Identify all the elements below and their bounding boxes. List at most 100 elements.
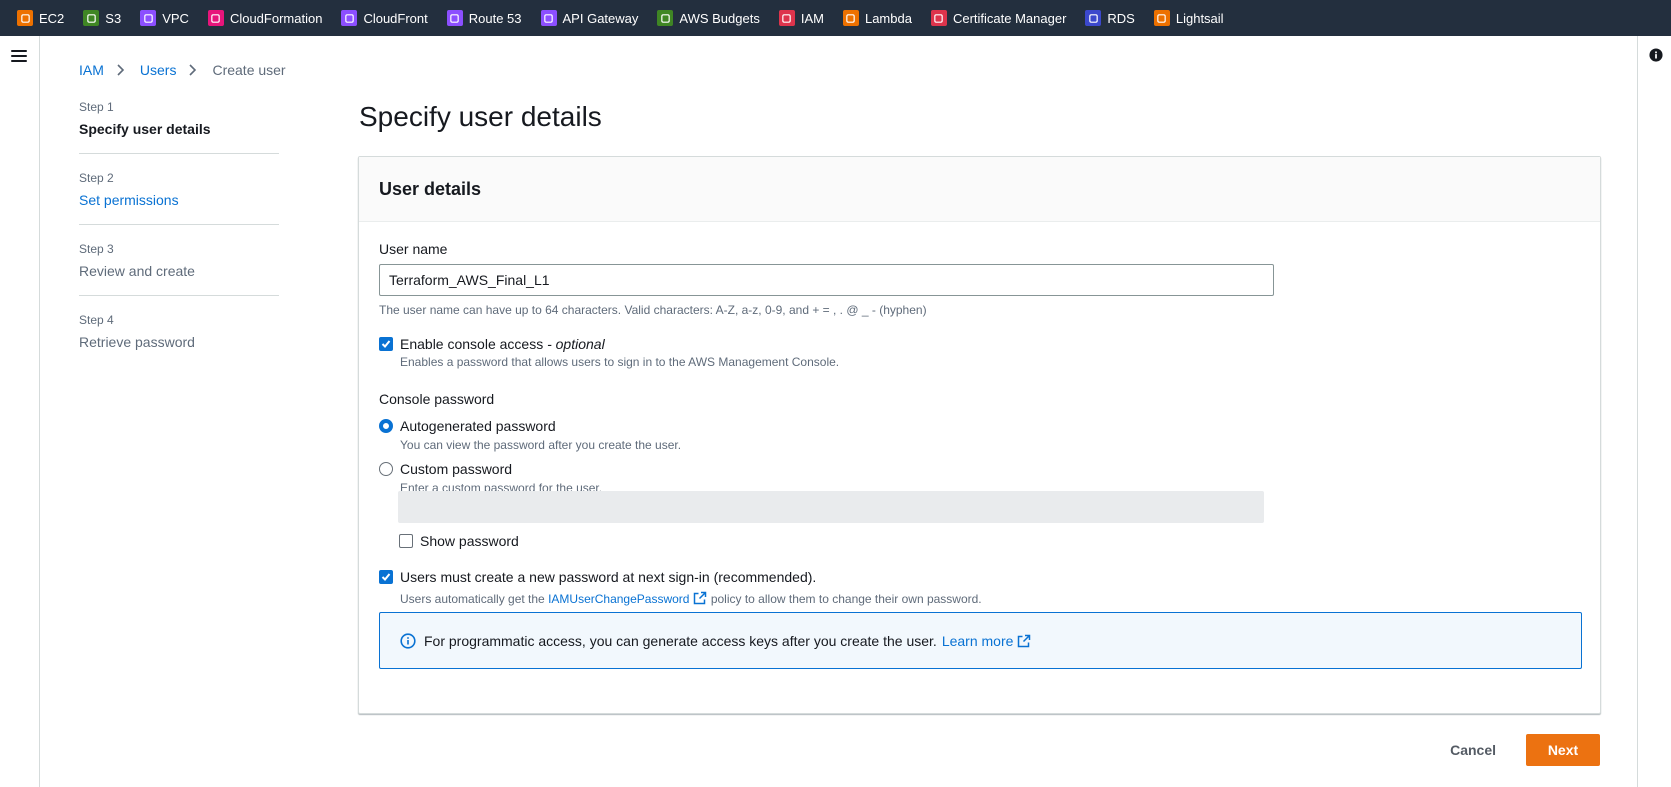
optional-tag: - optional <box>547 336 605 352</box>
service-shortcut-label: VPC <box>162 10 189 26</box>
service-shortcut-iam[interactable]: IAM <box>778 0 824 36</box>
autogenerated-password-radio[interactable] <box>379 419 393 433</box>
learn-more-link[interactable]: Learn more <box>942 633 1014 649</box>
left-navigation-rail <box>0 36 40 787</box>
s3-icon <box>83 10 100 26</box>
reset-hint-before: Users automatically get the <box>400 592 545 606</box>
custom-password-input <box>398 491 1264 523</box>
step-title: Retrieve password <box>79 334 195 350</box>
vpc-icon <box>140 10 157 26</box>
breadcrumb-current: Create user <box>212 62 286 78</box>
service-shortcut-label: CloudFormation <box>229 10 323 26</box>
service-shortcut-cloudfront[interactable]: CloudFront <box>341 0 428 36</box>
service-shortcut-route53[interactable]: Route 53 <box>446 0 522 36</box>
enable-console-access-hint: Enables a password that allows users to … <box>400 355 840 369</box>
service-shortcut-label: Certificate Manager <box>952 10 1067 26</box>
service-shortcut-lightsail[interactable]: Lightsail <box>1153 0 1224 36</box>
cloudfront-icon <box>341 10 358 26</box>
service-shortcut-label: CloudFront <box>363 10 428 26</box>
step-number: Step 1 <box>79 100 114 114</box>
breadcrumb-iam[interactable]: IAM <box>79 62 104 78</box>
service-shortcut-label: IAM <box>800 10 824 26</box>
wizard-step-1: Step 1 Specify user details <box>79 100 279 154</box>
show-password-checkbox[interactable] <box>399 534 413 548</box>
service-shortcut-label: Route 53 <box>468 10 522 26</box>
custom-password-label: Custom password <box>400 461 513 477</box>
cloudformation-icon <box>207 10 224 26</box>
service-shortcut-label: API Gateway <box>562 10 639 26</box>
service-shortcut-label: RDS <box>1107 10 1135 26</box>
panel-title: User details <box>379 179 482 199</box>
service-shortcut-rds[interactable]: RDS <box>1085 0 1135 36</box>
user-details-panel: User details User name The user name can… <box>358 156 1601 714</box>
form-actions: Cancel Next <box>1430 734 1600 766</box>
service-shortcut-aws-budgets[interactable]: AWS Budgets <box>657 0 760 36</box>
step-title: Specify user details <box>79 121 211 137</box>
enable-console-access-label: Enable console access - optional <box>400 336 605 352</box>
console-password-label: Console password <box>379 391 495 407</box>
cancel-button[interactable]: Cancel <box>1430 742 1516 758</box>
rds-icon <box>1085 10 1102 26</box>
step-number: Step 2 <box>79 171 114 185</box>
breadcrumb: IAM Users Create user <box>79 62 286 78</box>
service-shortcut-label: EC2 <box>39 10 65 26</box>
hamburger-menu-icon[interactable] <box>11 50 27 64</box>
service-shortcut-label: S3 <box>105 10 122 26</box>
wizard-step-3: Step 3 Review and create <box>79 242 279 296</box>
breadcrumb-users[interactable]: Users <box>140 62 177 78</box>
show-password-label: Show password <box>420 533 519 549</box>
service-shortcut-label: AWS Budgets <box>679 10 760 26</box>
page-title: Specify user details <box>359 101 602 132</box>
service-shortcut-bar: EC2 S3 VPC CloudFormation CloudFront Route 53… <box>0 0 1671 36</box>
enable-console-access-checkbox[interactable] <box>379 337 393 351</box>
lambda-icon <box>842 10 859 26</box>
service-shortcut-label: Lightsail <box>1175 10 1224 26</box>
service-shortcut-cloudformation[interactable]: CloudFormation <box>207 0 323 36</box>
step-number: Step 3 <box>79 242 114 256</box>
right-help-rail <box>1637 36 1671 787</box>
autogenerated-password-hint: You can view the password after you crea… <box>400 438 682 452</box>
custom-password-radio[interactable] <box>379 462 393 476</box>
require-password-reset-label: Users must create a new password at next… <box>400 569 817 585</box>
service-shortcut-api-gateway[interactable]: API Gateway <box>540 0 639 36</box>
wizard-step-2: Step 2 Set permissions <box>79 171 279 225</box>
panel-body: User name The user name can have up to 6… <box>359 222 1600 714</box>
iam-user-change-password-link[interactable]: IAMUserChangePassword <box>548 592 689 606</box>
service-shortcut-s3[interactable]: S3 <box>83 0 121 36</box>
chevron-right-icon <box>189 63 199 77</box>
certificate-manager-icon <box>930 10 947 26</box>
user-name-input[interactable] <box>379 264 1274 296</box>
lightsail-icon <box>1153 10 1170 26</box>
user-name-label: User name <box>379 241 448 257</box>
reset-hint-after: policy to allow them to change their own… <box>710 592 982 606</box>
wizard-steps: Step 1 Specify user details Step 2 Set p… <box>79 100 279 383</box>
panel-header: User details <box>359 157 1600 222</box>
external-link-icon <box>1018 634 1031 647</box>
info-circle-icon <box>400 632 416 649</box>
next-button[interactable]: Next <box>1526 734 1600 766</box>
require-password-reset-checkbox[interactable] <box>379 570 393 584</box>
route53-icon <box>446 10 463 26</box>
require-password-reset-hint: Users automatically get the IAMUserChang… <box>400 591 982 606</box>
iam-icon <box>778 10 795 26</box>
info-alert-text: For programmatic access, you can generat… <box>424 632 937 649</box>
service-shortcut-ec2[interactable]: EC2 <box>17 0 64 36</box>
service-shortcut-certificate-manager[interactable]: Certificate Manager <box>930 0 1067 36</box>
service-shortcut-vpc[interactable]: VPC <box>140 0 189 36</box>
step-title-link[interactable]: Set permissions <box>79 192 279 208</box>
aws-budgets-icon <box>657 10 674 26</box>
chevron-right-icon <box>117 63 127 77</box>
service-shortcut-label: Lambda <box>864 10 912 26</box>
api-gateway-icon <box>540 10 557 26</box>
programmatic-access-info-alert: For programmatic access, you can generat… <box>379 612 1582 669</box>
step-number: Step 4 <box>79 313 114 327</box>
user-name-hint: The user name can have up to 64 characte… <box>379 303 927 317</box>
enable-console-access-text: Enable console access <box>400 336 544 352</box>
autogenerated-password-label: Autogenerated password <box>400 418 556 434</box>
service-shortcut-lambda[interactable]: Lambda <box>842 0 912 36</box>
step-title: Review and create <box>79 263 195 279</box>
wizard-step-4: Step 4 Retrieve password <box>79 313 279 366</box>
ec2-icon <box>17 10 33 26</box>
info-panel-icon[interactable] <box>1649 48 1663 62</box>
external-link-icon <box>694 591 707 605</box>
